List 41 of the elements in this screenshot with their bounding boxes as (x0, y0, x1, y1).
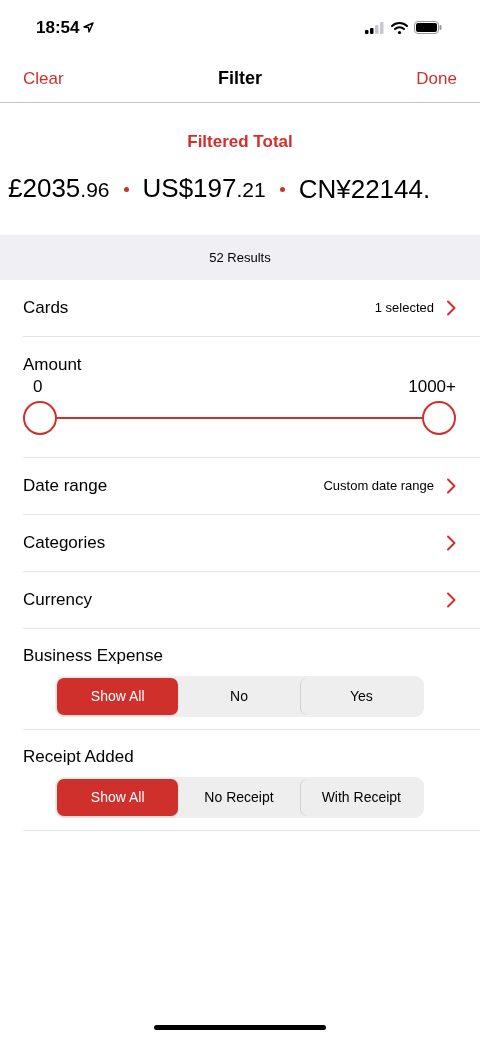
row-label: Currency (23, 589, 92, 612)
filter-row[interactable]: Categories (23, 515, 480, 572)
row-label: Date range (23, 475, 108, 498)
total-amount: CN¥22144. (298, 173, 431, 205)
screen-title: Filter (218, 67, 262, 90)
segment-option[interactable]: Show All (57, 779, 179, 816)
filtered-total-title: Filtered Total (187, 131, 293, 153)
row-label: Receipt Added (23, 747, 134, 767)
chevron-right-icon (446, 592, 456, 608)
filter-row[interactable]: Date range Custom date range (23, 458, 480, 515)
row-label: Cards (23, 297, 69, 320)
segment-option[interactable]: No (178, 678, 300, 715)
slider-thumb[interactable] (23, 401, 57, 435)
chevron-right-icon (446, 478, 456, 494)
chevron-right-icon (446, 535, 456, 551)
signal-icon (365, 21, 385, 34)
range-max-label: 1000+ (408, 377, 456, 397)
row-label: Categories (23, 532, 106, 555)
segment-option[interactable]: Yes (299, 678, 422, 715)
battery-icon (414, 21, 442, 34)
location-arrow-icon (83, 22, 95, 33)
range-slider[interactable] (23, 401, 456, 435)
total-amount: US$197.21 (142, 172, 266, 205)
segment-option[interactable]: Show All (57, 678, 179, 715)
slider-thumb[interactable] (422, 401, 456, 435)
clear-button[interactable]: Clear (23, 65, 93, 92)
chevron-right-icon (446, 300, 456, 316)
row-value: 1 selected (374, 299, 434, 318)
row-value: Custom date range (323, 477, 434, 496)
filter-row[interactable]: Currency (23, 572, 480, 629)
range-min-label: 0 (32, 377, 43, 397)
status-time: 18:54 (36, 16, 80, 39)
row-label: Amount (23, 355, 82, 375)
segment-option[interactable]: No Receipt (178, 779, 300, 816)
filter-row[interactable]: Cards 1 selected (23, 280, 480, 337)
wifi-icon (391, 21, 408, 34)
segment-option[interactable]: With Receipt (299, 779, 422, 816)
total-amount: £2035.96 (8, 172, 110, 205)
row-label: Business Expense (23, 646, 163, 666)
done-button[interactable]: Done (387, 65, 457, 92)
results-count: 52 Results (209, 248, 271, 267)
